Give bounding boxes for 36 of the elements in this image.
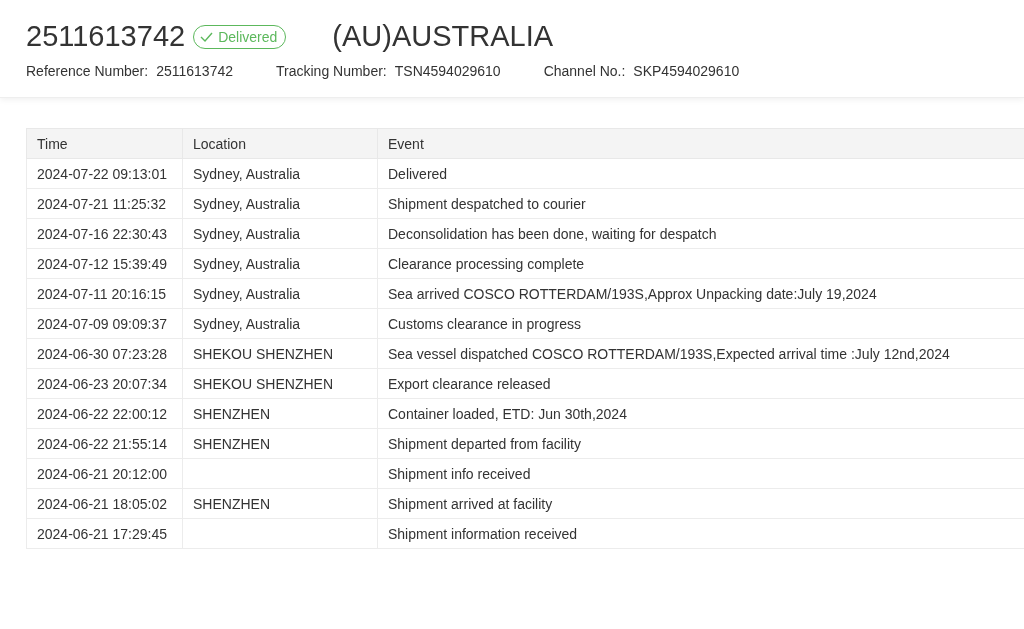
column-header: Time: [26, 128, 183, 159]
time-cell: 2024-06-21 17:29:45: [26, 518, 183, 549]
location-cell: Sydney, Australia: [182, 188, 378, 219]
time-cell: 2024-07-09 09:09:37: [26, 308, 183, 339]
location-cell: Sydney, Australia: [182, 158, 378, 189]
location-cell: SHEKOU SHENZHEN: [182, 338, 378, 369]
location-cell: Sydney, Australia: [182, 278, 378, 309]
location-cell: SHENZHEN: [182, 398, 378, 429]
location-cell: SHENZHEN: [182, 428, 378, 459]
field-value: TSN4594029610: [394, 63, 501, 79]
column-header: Event: [377, 128, 1024, 159]
time-cell: 2024-07-12 15:39:49: [26, 248, 183, 279]
location-cell: SHENZHEN: [182, 488, 378, 519]
field-value: 2511613742: [156, 63, 233, 79]
check-icon: [200, 31, 214, 42]
time-cell: 2024-06-22 22:00:12: [26, 398, 183, 429]
field-value: SKP4594029610: [633, 63, 740, 79]
time-cell: 2024-06-21 20:12:00: [26, 458, 183, 489]
time-cell: 2024-07-22 09:13:01: [26, 158, 183, 189]
time-cell: 2024-06-23 20:07:34: [26, 368, 183, 399]
order-number: 2511613742: [26, 20, 186, 53]
location-cell: Sydney, Australia: [182, 308, 378, 339]
field-label: Tracking Number:: [276, 63, 387, 79]
time-cell: 2024-06-21 18:05:02: [26, 488, 183, 519]
location-cell: Sydney, Australia: [182, 248, 378, 279]
destination-country: (AU)AUSTRALIA: [332, 20, 554, 53]
time-cell: 2024-07-11 20:16:15: [26, 278, 183, 309]
time-cell: 2024-06-22 21:55:14: [26, 428, 183, 459]
location-cell: Sydney, Australia: [182, 218, 378, 249]
column-header: Location: [182, 128, 378, 159]
field-label: Reference Number:: [26, 63, 149, 79]
field-label: Channel No.:: [543, 63, 626, 79]
time-cell: 2024-06-30 07:23:28: [26, 338, 183, 369]
time-cell: 2024-07-21 11:25:32: [26, 188, 183, 219]
location-cell: SHEKOU SHENZHEN: [182, 368, 378, 399]
time-cell: 2024-07-16 22:30:43: [26, 218, 183, 249]
